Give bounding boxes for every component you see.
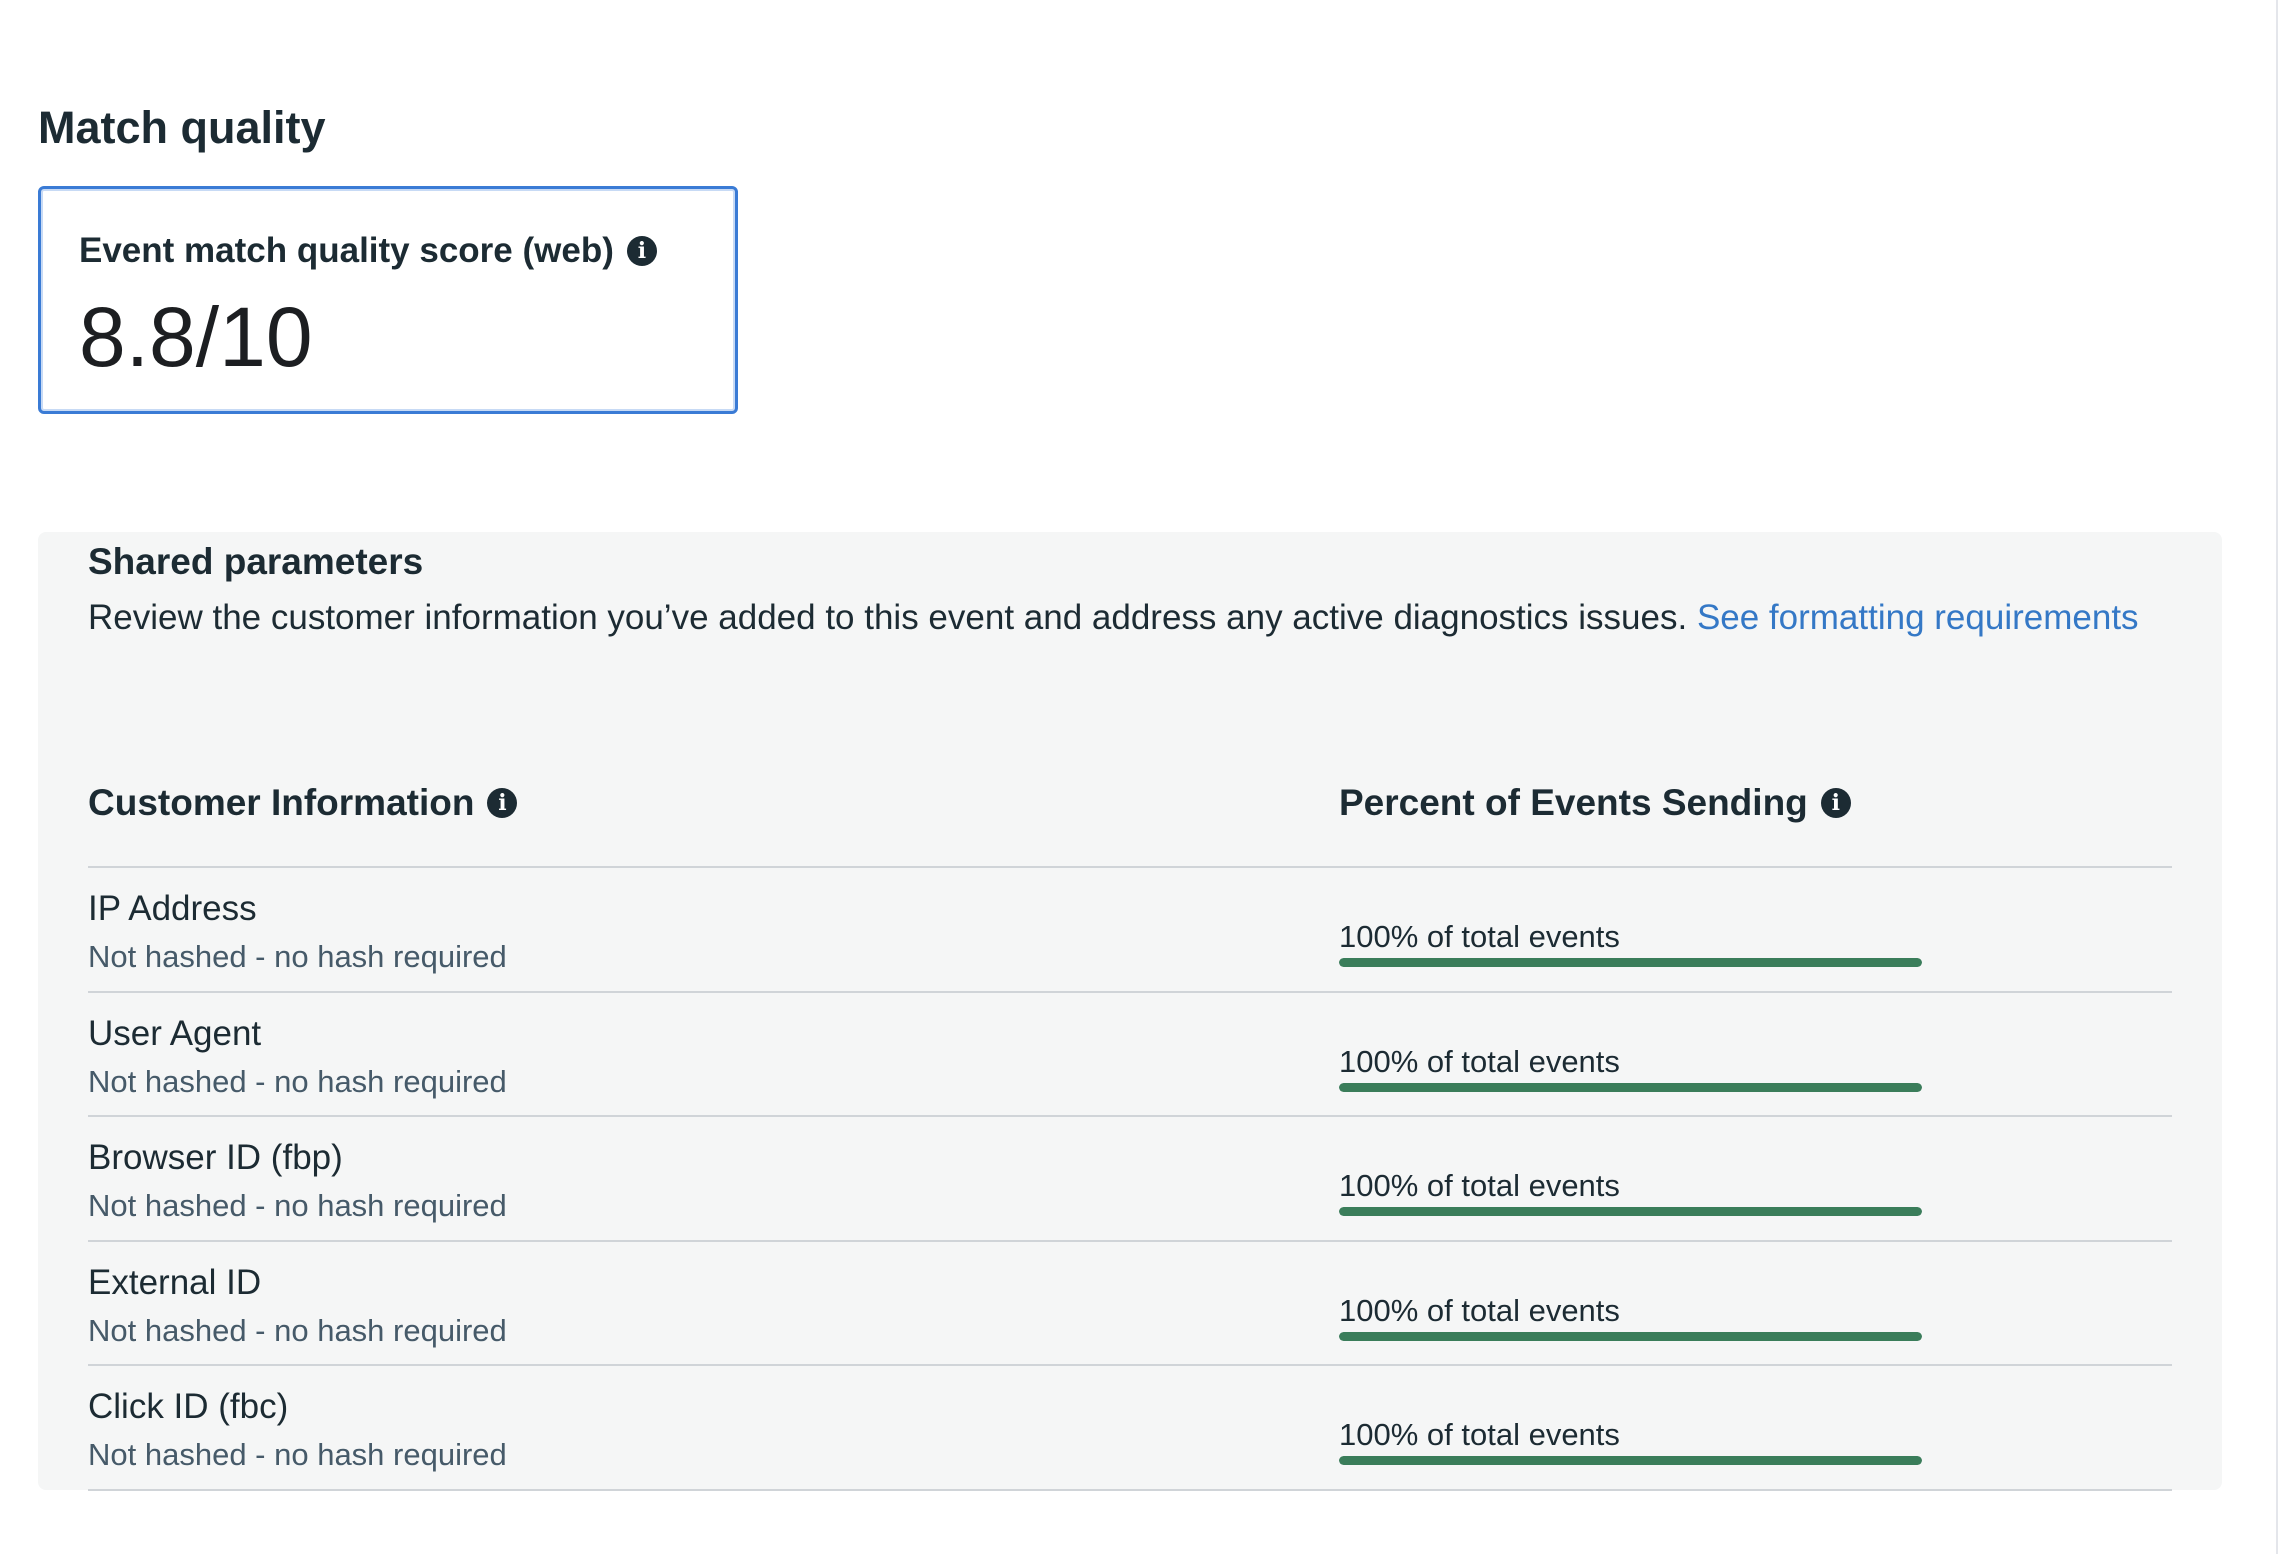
progress-bar xyxy=(1339,1207,1922,1216)
progress-bar-fill xyxy=(1339,1082,1922,1092)
scrollbar-edge xyxy=(2276,0,2278,1554)
parameter-name: Browser ID (fbp) xyxy=(88,1138,343,1177)
hash-status: Not hashed - no hash required xyxy=(88,939,507,974)
parameter-name: User Agent xyxy=(88,1013,262,1053)
progress-bar xyxy=(1339,1082,1922,1092)
percent-label: 100% of total events xyxy=(1339,1043,1620,1079)
progress-bar xyxy=(1339,958,1922,967)
info-icon[interactable]: i xyxy=(487,788,518,818)
progress-bar-fill xyxy=(1339,958,1922,967)
column-header-percent-sending: Percent of Events Sending i xyxy=(1339,782,1851,824)
description-text: Review the customer information you’ve a… xyxy=(88,598,1688,637)
table-row: IP Address Not hashed - no hash required… xyxy=(88,868,2172,993)
score-label: Event match quality score (web) xyxy=(79,231,614,270)
percent-label: 100% of total events xyxy=(1339,1417,1620,1452)
table-row: User Agent Not hashed - no hash required… xyxy=(88,993,2172,1117)
score-label-row: Event match quality score (web) i xyxy=(79,231,657,271)
column-header-customer-information: Customer Information i xyxy=(88,782,518,824)
hash-status: Not hashed - no hash required xyxy=(88,1312,507,1348)
table-row: External ID Not hashed - no hash require… xyxy=(88,1242,2172,1366)
section-title: Match quality xyxy=(38,102,326,153)
match-quality-page: Match quality Event match quality score … xyxy=(0,0,2284,1554)
shared-parameters-title: Shared parameters xyxy=(88,541,424,582)
score-value: 8.8/10 xyxy=(79,290,313,384)
table-row: Click ID (fbc) Not hashed - no hash requ… xyxy=(88,1366,2172,1491)
percent-label: 100% of total events xyxy=(1339,1292,1620,1328)
parameter-name: External ID xyxy=(88,1262,262,1302)
shared-parameters-description: Review the customer information you’ve a… xyxy=(88,592,2148,643)
hash-status: Not hashed - no hash required xyxy=(88,1437,507,1472)
progress-bar-fill xyxy=(1339,1207,1922,1216)
progress-bar-fill xyxy=(1339,1456,1922,1465)
table-row: Browser ID (fbp) Not hashed - no hash re… xyxy=(88,1117,2172,1242)
parameter-name: IP Address xyxy=(88,889,257,928)
formatting-requirements-link[interactable]: See formatting requirements xyxy=(1697,598,2139,637)
column-header-label: Percent of Events Sending xyxy=(1339,782,1808,823)
shared-parameters-panel: Shared parameters Review the customer in… xyxy=(38,532,2222,1491)
column-header-label: Customer Information xyxy=(88,782,475,823)
percent-label: 100% of total events xyxy=(1339,919,1620,954)
parameters-table: IP Address Not hashed - no hash required… xyxy=(88,868,2172,1491)
info-icon[interactable]: i xyxy=(1820,788,1851,818)
hash-status: Not hashed - no hash required xyxy=(88,1188,507,1223)
progress-bar-fill xyxy=(1339,1331,1922,1341)
percent-label: 100% of total events xyxy=(1339,1168,1620,1203)
progress-bar xyxy=(1339,1331,1922,1341)
hash-status: Not hashed - no hash required xyxy=(88,1063,507,1099)
progress-bar xyxy=(1339,1456,1922,1465)
event-match-quality-card: Event match quality score (web) i 8.8/10 xyxy=(38,186,738,414)
info-icon[interactable]: i xyxy=(626,236,657,266)
parameter-name: Click ID (fbc) xyxy=(88,1387,289,1426)
